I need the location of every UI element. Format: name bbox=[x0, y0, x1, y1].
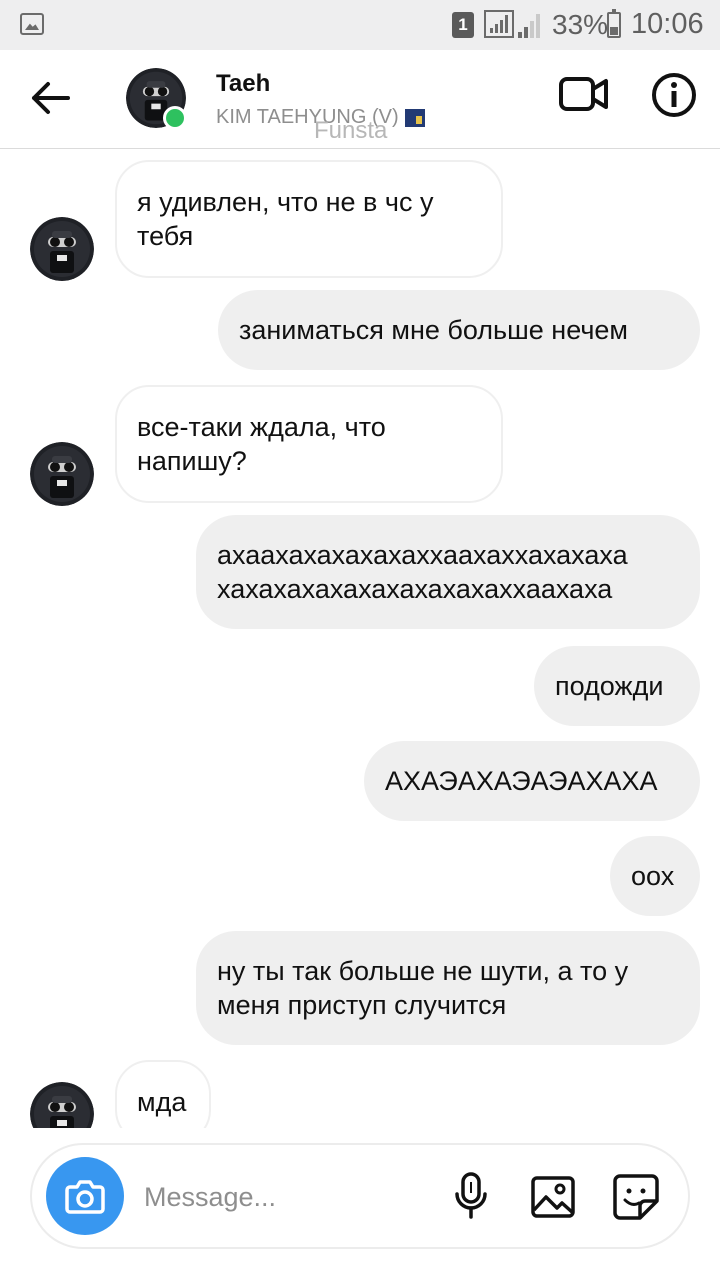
incoming-message[interactable]: мда bbox=[115, 1060, 211, 1128]
video-call-icon[interactable] bbox=[558, 74, 610, 114]
chat-header: Taeh KIM TAEHYUNG (V) Funsta bbox=[0, 50, 720, 149]
battery-percentage: 33% bbox=[552, 9, 609, 40]
contact-name[interactable]: Taeh bbox=[216, 70, 270, 98]
incoming-message[interactable]: все-таки ждала, что напишу? bbox=[115, 385, 503, 503]
message-thread[interactable]: я удивлен, что не в чс у тебя заниматься… bbox=[0, 150, 720, 1128]
emoji-icon bbox=[404, 108, 425, 127]
message-input[interactable] bbox=[144, 1175, 424, 1219]
watermark: Funsta bbox=[314, 117, 388, 144]
outgoing-message[interactable]: ну ты так больше не шути, а то у меня пр… bbox=[196, 931, 700, 1045]
gallery-icon[interactable] bbox=[530, 1175, 576, 1219]
signal-strength-sim1-icon bbox=[484, 10, 514, 38]
message-composer bbox=[30, 1143, 690, 1249]
avatar[interactable] bbox=[30, 1082, 94, 1128]
outgoing-message[interactable]: заниматься мне больше нечем bbox=[218, 290, 700, 370]
microphone-icon[interactable] bbox=[452, 1171, 490, 1221]
incoming-message[interactable]: я удивлен, что не в чс у тебя bbox=[115, 160, 503, 278]
battery-icon bbox=[607, 9, 621, 38]
camera-icon bbox=[65, 1180, 105, 1214]
clock: 10:06 bbox=[631, 8, 704, 40]
avatar[interactable] bbox=[30, 217, 94, 281]
outgoing-message[interactable]: подожди bbox=[534, 646, 700, 726]
signal-strength-sim2-icon bbox=[518, 10, 540, 38]
back-arrow-icon[interactable] bbox=[28, 78, 72, 118]
gallery-notification-icon bbox=[20, 13, 44, 35]
online-status-indicator bbox=[163, 106, 187, 130]
outgoing-message[interactable]: АХАЭАХАЭАЭАХАХА bbox=[364, 741, 700, 821]
status-bar: 1 33% 10:06 bbox=[0, 0, 720, 50]
outgoing-message[interactable]: оох bbox=[610, 836, 700, 916]
outgoing-message[interactable]: ахаахахахахахаххаахаххахахаха хахахахаха… bbox=[196, 515, 700, 629]
sticker-icon[interactable] bbox=[612, 1173, 660, 1221]
avatar[interactable] bbox=[30, 442, 94, 506]
sim-slot-badge: 1 bbox=[452, 12, 474, 38]
camera-button[interactable] bbox=[46, 1157, 124, 1235]
info-icon[interactable] bbox=[651, 72, 697, 118]
